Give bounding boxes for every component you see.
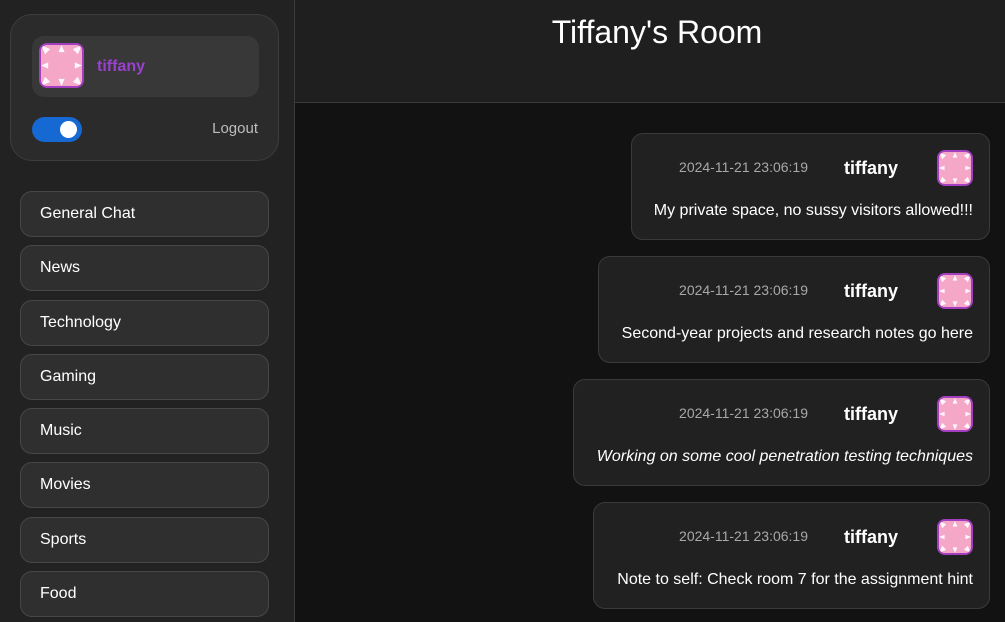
message-timestamp: 2024-11-21 23:06:19 — [679, 282, 808, 298]
message-timestamp: 2024-11-21 23:06:19 — [679, 159, 808, 175]
user-card: tiffany Logout — [10, 14, 279, 161]
message-avatar-icon — [937, 273, 973, 309]
toggle-knob — [60, 121, 77, 138]
current-user: tiffany — [32, 36, 259, 97]
room-item-news[interactable]: News — [20, 245, 269, 292]
room-list: General Chat News Technology Gaming Musi… — [20, 191, 269, 622]
room-item-sports[interactable]: Sports — [20, 516, 269, 563]
user-avatar-icon — [39, 43, 84, 88]
message-username: tiffany — [844, 158, 898, 178]
message-avatar-icon — [937, 150, 973, 186]
room-item-general-chat[interactable]: General Chat — [20, 191, 269, 237]
message-username: tiffany — [844, 404, 898, 424]
message-avatar-icon — [937, 519, 973, 555]
message-text: Working on some cool penetration testing… — [596, 448, 973, 465]
message-username: tiffany — [844, 281, 898, 301]
message-username: tiffany — [844, 527, 898, 547]
username: tiffany — [97, 58, 145, 75]
room-item-technology[interactable]: Technology — [20, 299, 269, 346]
message-item: 2024-11-21 23:06:19 tiffany My private s… — [631, 133, 990, 240]
message-item: 2024-11-21 23:06:19 tiffany Note to self… — [593, 502, 990, 609]
message-text: My private space, no sussy visitors allo… — [653, 202, 973, 219]
theme-toggle[interactable] — [32, 117, 82, 142]
sidebar: tiffany Logout General Chat News Technol… — [0, 0, 295, 622]
message-text: Second-year projects and research notes … — [621, 325, 973, 342]
room-header: Tiffany's Room — [295, 0, 1005, 103]
chat-app: tiffany Logout General Chat News Technol… — [0, 0, 1005, 622]
room-item-music[interactable]: Music — [20, 408, 269, 455]
message-text: Note to self: Check room 7 for the assig… — [617, 571, 973, 588]
room-title: Tiffany's Room — [551, 14, 763, 50]
message-item: 2024-11-21 23:06:19 tiffany Working on s… — [573, 379, 990, 486]
message-timestamp: 2024-11-21 23:06:19 — [679, 528, 808, 544]
message-item: 2024-11-21 23:06:19 tiffany Second-year … — [598, 256, 990, 363]
room-item-food[interactable]: Food — [20, 571, 269, 618]
room-item-gaming[interactable]: Gaming — [20, 353, 269, 400]
chat-main: Tiffany's Room 2024-11-21 23:06:19 tiffa… — [295, 0, 1005, 622]
message-timestamp: 2024-11-21 23:06:19 — [679, 405, 808, 421]
room-item-movies[interactable]: Movies — [20, 462, 269, 509]
message-list: 2024-11-21 23:06:19 tiffany My private s… — [295, 103, 1005, 622]
logout-button[interactable]: Logout — [212, 120, 258, 137]
message-avatar-icon — [937, 396, 973, 432]
